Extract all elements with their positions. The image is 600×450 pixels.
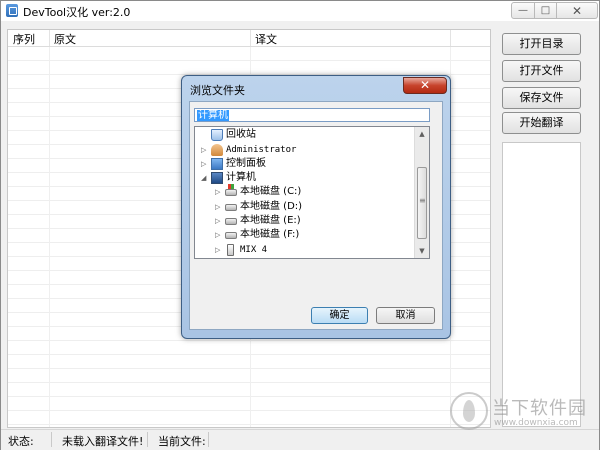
drive-icon bbox=[225, 204, 237, 211]
recycle-bin-icon bbox=[211, 129, 223, 141]
tree-item-label: 本地磁盘 (D:) bbox=[240, 201, 303, 212]
column-divider[interactable] bbox=[49, 30, 50, 46]
maximize-button[interactable]: □ bbox=[534, 2, 557, 19]
tree-item-label: Administrator bbox=[226, 145, 297, 155]
ok-button[interactable]: 确定 bbox=[311, 307, 368, 324]
tree-item-label: 本地磁盘 (E:) bbox=[240, 215, 301, 226]
side-info-box bbox=[502, 142, 581, 427]
title-bar: DevTool汉化 ver:2.0 — □ ✕ bbox=[1, 1, 599, 21]
tree-expander-icon[interactable]: ▷ bbox=[215, 200, 223, 214]
status-label: 状态: bbox=[8, 435, 34, 448]
tree-expander-icon[interactable]: ◢ bbox=[201, 171, 209, 185]
tree-expander-icon[interactable]: ▷ bbox=[215, 214, 223, 228]
scroll-up-icon[interactable]: ▲ bbox=[415, 127, 429, 141]
folder-name-input[interactable]: 计算机 bbox=[194, 108, 430, 122]
phone-icon bbox=[227, 244, 234, 256]
status-divider bbox=[208, 432, 209, 447]
scroll-thumb[interactable] bbox=[417, 167, 427, 239]
tree-expander-icon[interactable]: ▷ bbox=[215, 228, 223, 242]
tree-item-mix4[interactable]: ▷ MIX 4 bbox=[215, 243, 405, 257]
status-value: 未载入翻译文件! bbox=[62, 435, 144, 448]
tree-item-drive-e[interactable]: ▷ 本地磁盘 (E:) bbox=[215, 214, 405, 228]
column-header-source[interactable]: 原文 bbox=[54, 31, 76, 47]
tree-item-drive-f[interactable]: ▷ 本地磁盘 (F:) bbox=[215, 228, 405, 242]
grid-column-line bbox=[49, 47, 50, 427]
tree-item-administrator[interactable]: ▷ Administrator bbox=[201, 143, 401, 157]
tree-expander-icon[interactable]: ▷ bbox=[201, 143, 209, 157]
control-panel-icon bbox=[211, 158, 223, 170]
status-divider bbox=[147, 432, 148, 447]
tree-item-recycle-bin[interactable]: 回收站 bbox=[201, 128, 401, 142]
tree-item-drive-c[interactable]: ▷ 本地磁盘 (C:) bbox=[215, 184, 405, 199]
tree-item-control-panel[interactable]: ▷ 控制面板 bbox=[201, 157, 401, 171]
minimize-button[interactable]: — bbox=[511, 2, 535, 19]
close-button[interactable]: ✕ bbox=[556, 2, 598, 19]
folder-name-value: 计算机 bbox=[197, 110, 229, 121]
tree-item-computer[interactable]: ◢ 计算机 bbox=[201, 171, 401, 185]
column-header-translation[interactable]: 译文 bbox=[255, 31, 277, 47]
tree-item-label: MIX 4 bbox=[240, 245, 268, 255]
column-header-index[interactable]: 序列 bbox=[13, 31, 35, 47]
tree-expander-icon[interactable]: ▷ bbox=[215, 185, 223, 199]
open-directory-button[interactable]: 打开目录 bbox=[502, 33, 581, 55]
column-divider[interactable] bbox=[250, 30, 251, 46]
list-header: 序列 原文 译文 bbox=[8, 30, 490, 47]
tree-expander-icon[interactable]: ▷ bbox=[201, 157, 209, 171]
tree-item-label: 计算机 bbox=[226, 172, 256, 183]
cancel-button[interactable]: 取消 bbox=[376, 307, 435, 324]
scroll-down-icon[interactable]: ▼ bbox=[415, 244, 429, 258]
browse-folder-dialog: 浏览文件夹 ✕ 计算机 回收站 ▷ Administrator ▷ 控制面板 ◢… bbox=[181, 75, 451, 339]
tree-item-label: 本地磁盘 (C:) bbox=[240, 186, 302, 197]
app-icon bbox=[6, 4, 18, 17]
status-divider bbox=[51, 432, 52, 447]
save-file-button[interactable]: 保存文件 bbox=[502, 87, 581, 109]
drive-icon bbox=[225, 232, 237, 239]
tree-item-label: 回收站 bbox=[226, 129, 256, 140]
dialog-close-button[interactable]: ✕ bbox=[403, 77, 447, 94]
system-drive-icon bbox=[225, 184, 237, 196]
current-file-label: 当前文件: bbox=[158, 435, 206, 448]
tree-item-drive-d[interactable]: ▷ 本地磁盘 (D:) bbox=[215, 200, 405, 214]
tree-item-label: 控制面板 bbox=[226, 158, 266, 169]
window-title: DevTool汉化 ver:2.0 bbox=[23, 6, 131, 19]
tree-scrollbar[interactable]: ▲ ▼ bbox=[414, 127, 429, 258]
column-divider[interactable] bbox=[450, 30, 451, 46]
folder-tree[interactable]: 回收站 ▷ Administrator ▷ 控制面板 ◢ 计算机 ▷ 本地磁盘 … bbox=[194, 126, 430, 259]
tree-item-label: 本地磁盘 (F:) bbox=[240, 229, 300, 240]
computer-icon bbox=[211, 172, 223, 184]
user-folder-icon bbox=[211, 144, 223, 156]
status-bar: 状态: 未载入翻译文件! 当前文件: bbox=[1, 429, 599, 450]
open-file-button[interactable]: 打开文件 bbox=[502, 60, 581, 82]
tree-expander-icon[interactable]: ▷ bbox=[215, 243, 223, 257]
drive-icon bbox=[225, 218, 237, 225]
dialog-title: 浏览文件夹 bbox=[190, 84, 245, 97]
start-translate-button[interactable]: 开始翻译 bbox=[502, 112, 581, 134]
